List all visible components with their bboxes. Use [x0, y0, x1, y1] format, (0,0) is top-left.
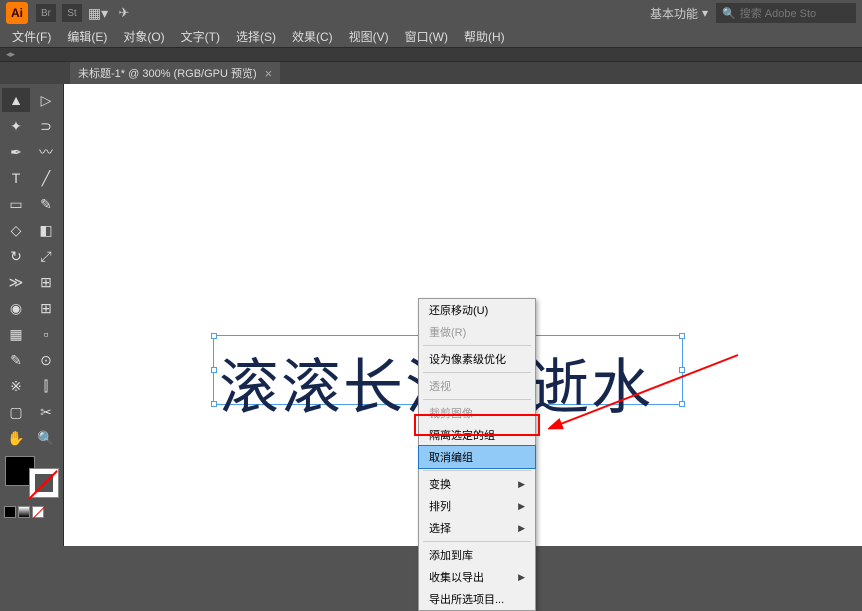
- ctx-add-library[interactable]: 添加到库: [419, 544, 535, 566]
- menu-type[interactable]: 文字(T): [173, 26, 228, 47]
- menu-object[interactable]: 对象(O): [115, 26, 172, 47]
- perspective-grid-tool[interactable]: ⊞: [32, 296, 60, 320]
- blend-tool[interactable]: ⊙: [32, 348, 60, 372]
- arrange-icon[interactable]: ▦▾: [88, 4, 108, 22]
- menu-select[interactable]: 选择(S): [228, 26, 284, 47]
- type-tool[interactable]: T: [2, 166, 30, 190]
- ctx-select[interactable]: 选择▶: [419, 517, 535, 539]
- search-icon: 🔍: [722, 7, 736, 20]
- artboard-tool[interactable]: ▢: [2, 400, 30, 424]
- menu-window[interactable]: 窗口(W): [397, 26, 456, 47]
- bridge-icon[interactable]: Br: [36, 4, 56, 22]
- rotate-tool[interactable]: ↻: [2, 244, 30, 268]
- context-menu: 还原移动(U) 重做(R) 设为像素级优化 透视 裁剪图像 隔离选定的组 取消编…: [418, 298, 536, 611]
- menu-effect[interactable]: 效果(C): [284, 26, 341, 47]
- zoom-tool[interactable]: 🔍: [32, 426, 60, 450]
- free-transform-tool[interactable]: ⊞: [32, 270, 60, 294]
- selection-tool[interactable]: ▲: [2, 88, 30, 112]
- ctx-crop: 裁剪图像: [419, 402, 535, 424]
- color-swatch[interactable]: [3, 456, 61, 498]
- search-placeholder: 搜索 Adobe Sto: [740, 5, 816, 21]
- chevron-right-icon: ▶: [518, 479, 525, 490]
- ctx-collect-export[interactable]: 收集以导出▶: [419, 566, 535, 588]
- ctx-isolate[interactable]: 隔离选定的组: [419, 424, 535, 446]
- search-input[interactable]: 🔍 搜索 Adobe Sto: [716, 3, 856, 23]
- eyedropper-tool[interactable]: ✎: [2, 348, 30, 372]
- ctx-arrange[interactable]: 排列▶: [419, 495, 535, 517]
- tab-title: 未标题-1* @ 300% (RGB/GPU 预览): [78, 65, 257, 81]
- menu-view[interactable]: 视图(V): [341, 26, 397, 47]
- mini-swatch-3[interactable]: [32, 506, 44, 518]
- chevron-right-icon: ▶: [518, 523, 525, 534]
- ai-logo: Ai: [6, 2, 28, 24]
- symbol-sprayer-tool[interactable]: ※: [2, 374, 30, 398]
- workspace-switcher[interactable]: 基本功能 ▾: [642, 3, 716, 24]
- width-tool[interactable]: ≫: [2, 270, 30, 294]
- line-tool[interactable]: ╱: [32, 166, 60, 190]
- ctx-ungroup[interactable]: 取消编组: [418, 445, 536, 469]
- paintbrush-tool[interactable]: ✎: [32, 192, 60, 216]
- shape-builder-tool[interactable]: ◉: [2, 296, 30, 320]
- slice-tool[interactable]: ✂: [32, 400, 60, 424]
- ctx-pixel-perfect[interactable]: 设为像素级优化: [419, 348, 535, 370]
- menu-help[interactable]: 帮助(H): [456, 26, 513, 47]
- document-tab[interactable]: 未标题-1* @ 300% (RGB/GPU 预览) ×: [70, 62, 280, 84]
- chevron-down-icon: ▾: [702, 6, 708, 20]
- eraser-tool[interactable]: ◧: [32, 218, 60, 242]
- chevron-right-icon: ▶: [518, 572, 525, 583]
- gradient-tool[interactable]: ▫: [32, 322, 60, 346]
- ctx-redo: 重做(R): [419, 321, 535, 343]
- hand-tool[interactable]: ✋: [2, 426, 30, 450]
- stock-icon[interactable]: St: [62, 4, 82, 22]
- mesh-tool[interactable]: ▦: [2, 322, 30, 346]
- shaper-tool[interactable]: ◇: [2, 218, 30, 242]
- mini-swatch-2[interactable]: [18, 506, 30, 518]
- mini-swatch-1[interactable]: [4, 506, 16, 518]
- lasso-tool[interactable]: ⊃: [32, 114, 60, 138]
- ctx-perspective: 透视: [419, 375, 535, 397]
- rectangle-tool[interactable]: ▭: [2, 192, 30, 216]
- menu-edit[interactable]: 编辑(E): [59, 26, 115, 47]
- controlbar-arrows[interactable]: ◂▸: [6, 49, 15, 60]
- ctx-undo[interactable]: 还原移动(U): [419, 299, 535, 321]
- curvature-tool[interactable]: 〰: [32, 140, 60, 164]
- menubar: 文件(F) 编辑(E) 对象(O) 文字(T) 选择(S) 效果(C) 视图(V…: [0, 26, 862, 48]
- ctx-export-selection[interactable]: 导出所选项目...: [419, 588, 535, 610]
- direct-selection-tool[interactable]: ▷: [32, 88, 60, 112]
- menu-file[interactable]: 文件(F): [4, 26, 59, 47]
- magic-wand-tool[interactable]: ✦: [2, 114, 30, 138]
- control-bar: ◂▸: [0, 48, 862, 62]
- ctx-transform[interactable]: 变换▶: [419, 473, 535, 495]
- chevron-right-icon: ▶: [518, 501, 525, 512]
- gpu-icon[interactable]: ✈: [114, 4, 134, 22]
- close-icon[interactable]: ×: [265, 66, 273, 81]
- scale-tool[interactable]: ⤢: [32, 244, 60, 268]
- toolbox: ▲▷ ✦⊃ ✒〰 T╱ ▭✎ ◇◧ ↻⤢ ≫⊞ ◉⊞ ▦▫ ✎⊙ ※⫿ ▢✂ ✋…: [0, 84, 64, 546]
- pen-tool[interactable]: ✒: [2, 140, 30, 164]
- workspace-label: 基本功能: [650, 5, 698, 22]
- column-graph-tool[interactable]: ⫿: [32, 374, 60, 398]
